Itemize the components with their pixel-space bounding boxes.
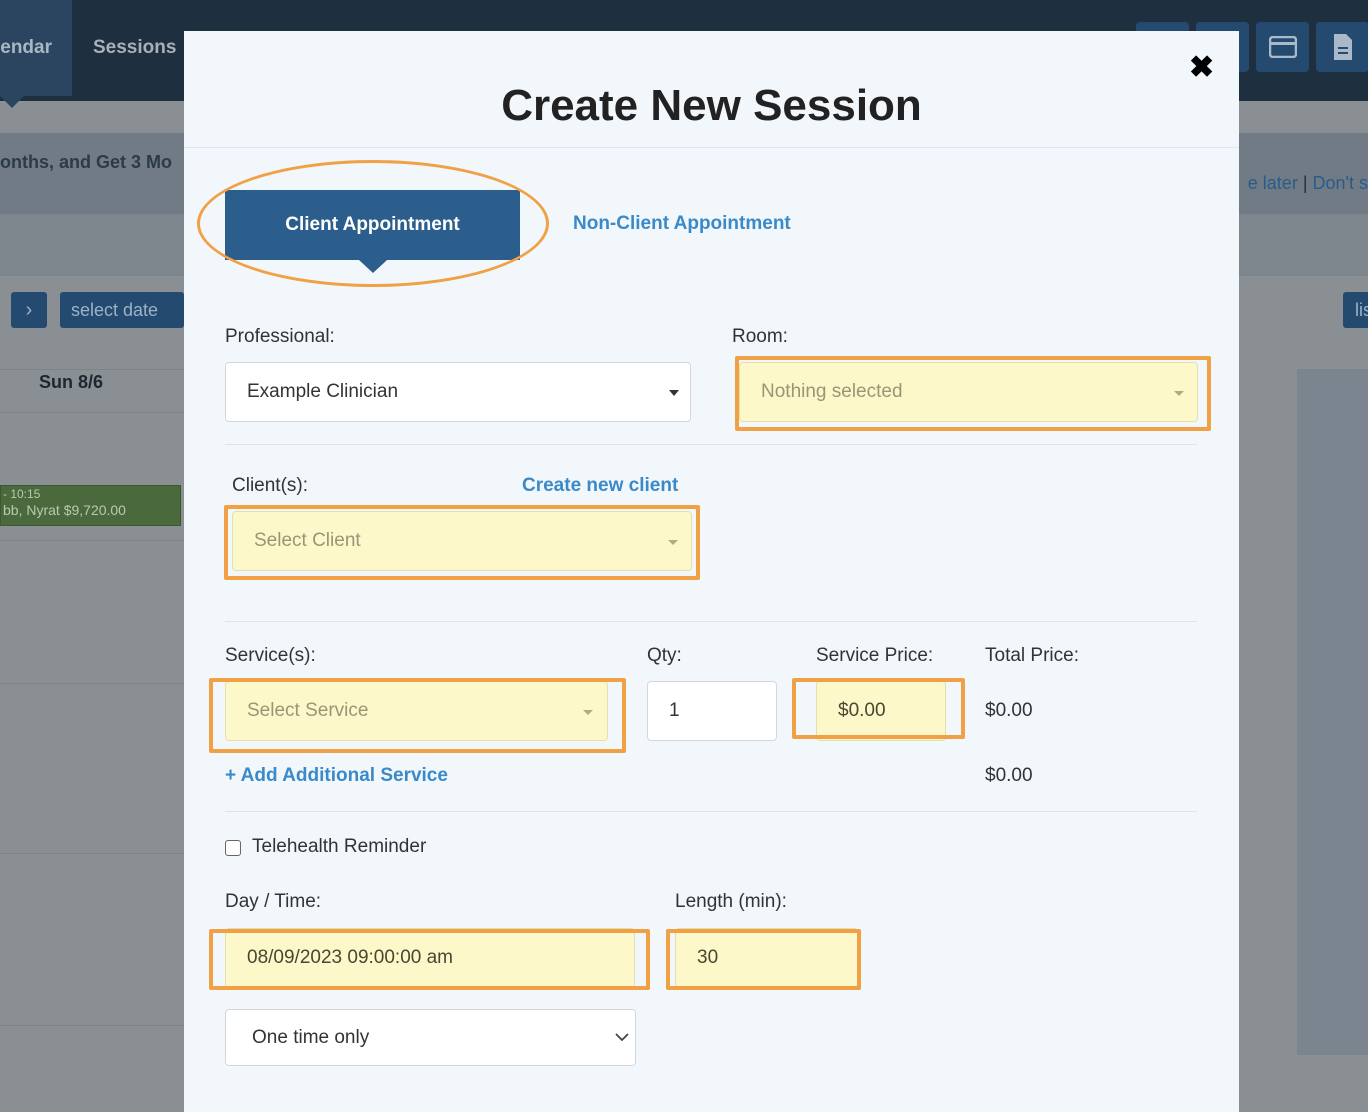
day-header: Sun 8/6 (39, 372, 104, 392)
modal-header: Create New Session ✖ (184, 31, 1239, 148)
modal-title: Create New Session (501, 81, 922, 130)
chevron-down-icon (615, 1033, 629, 1042)
add-additional-service-link[interactable]: + Add Additional Service (225, 765, 448, 787)
grand-total-value: $0.00 (985, 765, 1033, 786)
highlight-box (209, 678, 626, 753)
calendar-event[interactable]: - 10:15 bb, Nyrat $9,720.00 (0, 485, 181, 526)
event-text: bb, Nyrat $9,720.00 (3, 502, 126, 518)
telehealth-checkbox[interactable] (225, 840, 241, 856)
highlight-box (792, 678, 965, 739)
promo-separator: | (1302, 173, 1308, 193)
nav-active-indicator (0, 96, 24, 108)
divider (225, 621, 1197, 622)
qty-input[interactable]: 1 (647, 681, 777, 741)
length-label: Length (min): (675, 891, 787, 912)
recurrence-value: One time only (252, 1027, 370, 1048)
professional-label: Professional: (225, 326, 335, 347)
grid-line (0, 412, 184, 413)
tab-non-client-appointment[interactable]: Non-Client Appointment (573, 213, 791, 235)
day-time-label: Day / Time: (225, 891, 322, 912)
grid-line (0, 540, 184, 541)
nav-sessions[interactable]: Sessions (93, 0, 176, 96)
total-price-label: Total Price: (985, 645, 1079, 666)
calendar-column (1297, 369, 1368, 1055)
telehealth-label: Telehealth Reminder (252, 836, 427, 857)
grid-line (0, 683, 184, 684)
list-view-button[interactable]: lis (1343, 292, 1368, 328)
divider (225, 811, 1197, 812)
total-price-value: $0.00 (985, 700, 1033, 721)
professional-select[interactable]: Example Clinician (225, 362, 691, 422)
professional-value: Example Clinician (247, 381, 399, 402)
create-session-modal: Create New Session ✖ Client Appointment … (184, 31, 1239, 1112)
highlight-box (735, 356, 1211, 431)
grid-line (0, 369, 184, 370)
event-time: - 10:15 (3, 487, 41, 501)
promo-text: onths, and Get 3 Mo (0, 152, 173, 172)
highlight-box (224, 505, 700, 580)
close-icon[interactable]: ✖ (1189, 53, 1214, 83)
qty-value: 1 (669, 700, 680, 721)
divider (225, 444, 1197, 445)
service-price-label: Service Price: (816, 645, 934, 666)
services-label: Service(s): (225, 645, 316, 666)
clients-label: Client(s): (232, 475, 309, 496)
nav-calendar[interactable]: endar (0, 0, 72, 96)
highlight-box (209, 929, 650, 990)
dont-show-link[interactable]: Don't s (1313, 173, 1368, 193)
credit-card-icon[interactable] (1256, 22, 1309, 72)
recurrence-select[interactable]: One time only (225, 1009, 636, 1066)
grid-line (0, 1025, 184, 1026)
remind-later-link[interactable]: e later (1248, 173, 1298, 193)
grid-line (0, 853, 184, 854)
chevron-down-icon (669, 390, 679, 396)
document-icon[interactable] (1316, 22, 1368, 72)
create-new-client-link[interactable]: Create new client (522, 475, 678, 497)
highlight-box (666, 929, 861, 990)
room-label: Room: (732, 326, 788, 347)
qty-label: Qty: (647, 645, 682, 666)
select-date-button[interactable]: select date (60, 292, 184, 328)
next-arrow-button[interactable]: › (11, 292, 47, 328)
promo-actions: e later | Don't s (1248, 173, 1368, 194)
highlight-ellipse (197, 160, 549, 287)
